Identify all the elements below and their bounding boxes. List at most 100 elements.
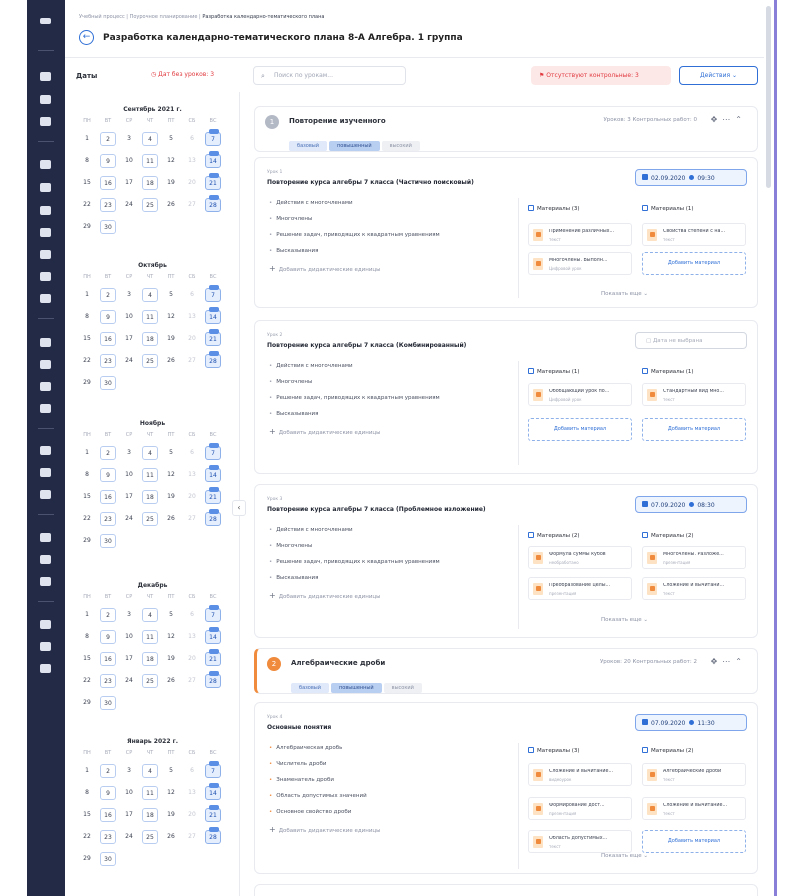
calendar-day[interactable]: 22 [79,674,95,688]
calendar-day[interactable]: 13 [184,630,200,644]
calendar-day[interactable]: 25 [142,830,158,844]
calendar-day[interactable]: 10 [121,786,137,800]
search-input[interactable]: ⌕ Поиск по урокам... [253,66,406,85]
calendar-day[interactable]: 1 [79,288,95,302]
calendar-day[interactable]: 8 [79,630,95,644]
user-icon[interactable] [40,160,51,169]
calendar-day[interactable]: 12 [163,310,179,324]
days-without-lessons-link[interactable]: ◷ Дат без уроков: 3 [151,71,214,78]
calendar-day[interactable]: 30 [100,852,116,866]
calendar-day[interactable]: 22 [79,830,95,844]
calendar-day[interactable]: 3 [121,764,137,778]
gear-icon[interactable] [40,272,51,281]
calendar-day[interactable]: 18 [142,176,158,190]
show-more-link[interactable]: Показать еще ⌄ [601,617,648,623]
calendar-day[interactable]: 1 [79,608,95,622]
calendar-day[interactable]: 29 [79,376,95,390]
section-header[interactable]: 1 Повторение изученного Уроков: 3 Контро… [254,106,758,152]
calendar-day[interactable]: 2 [100,608,116,622]
calendar-day[interactable]: 17 [121,176,137,190]
calendar-day[interactable]: 26 [163,512,179,526]
calendar-day[interactable]: 5 [163,764,179,778]
calendar-day[interactable]: 24 [121,674,137,688]
document-icon[interactable] [40,382,51,391]
lightning-icon[interactable] [40,117,51,126]
material-card[interactable]: Сложение и вычитание... видеоурок [528,763,632,786]
calendar-day[interactable]: 7 [205,285,221,302]
calendar-day[interactable]: 28 [205,827,221,844]
calendar-day[interactable]: 16 [100,808,116,822]
calendar-day[interactable]: 9 [100,786,116,800]
calendar-day[interactable]: 5 [163,608,179,622]
calendar-day[interactable]: 8 [79,786,95,800]
calendar-day[interactable]: 9 [100,630,116,644]
calendar-day[interactable]: 4 [142,132,158,146]
level-tag[interactable]: высокий [383,683,422,693]
calendar-day[interactable]: 16 [100,652,116,666]
calendar-day[interactable]: 7 [205,129,221,146]
home-icon[interactable] [40,72,51,81]
material-card[interactable]: Многочлены. Разложе... презентация [642,546,746,569]
material-card[interactable]: Сложение и вычитани... текст [642,577,746,600]
calendar-day[interactable]: 14 [205,783,221,800]
calendar-day[interactable]: 16 [100,490,116,504]
calendar-day[interactable]: 4 [142,608,158,622]
calendar-day[interactable]: 8 [79,468,95,482]
calendar-day[interactable]: 28 [205,195,221,212]
flag-icon[interactable] [40,250,51,259]
add-material-button[interactable]: Добавить материал [642,418,746,441]
calendar-day[interactable]: 11 [142,154,158,168]
calendar-day[interactable]: 13 [184,468,200,482]
date-picker-empty[interactable]: ▢ Дата не выбрана [635,332,747,349]
calendar-day[interactable]: 26 [163,674,179,688]
calendar-day[interactable]: 13 [184,154,200,168]
scrollbar-thumb[interactable] [766,6,771,188]
calendar-day[interactable]: 28 [205,509,221,526]
calendar-day[interactable]: 20 [184,332,200,346]
calendar-day[interactable]: 27 [184,830,200,844]
calendar-day[interactable]: 30 [100,696,116,710]
breadcrumb-item[interactable]: Учебный процесс [79,14,125,20]
section-header[interactable]: 2 Алгебраические дроби Уроков: 20 Контро… [254,648,758,694]
calendar-day[interactable]: 9 [100,468,116,482]
grid-icon[interactable] [40,555,51,564]
monitor-icon[interactable] [40,294,51,303]
calendar-day[interactable]: 20 [184,176,200,190]
actions-button[interactable]: Действия ⌄ [679,66,758,85]
run-icon[interactable] [40,404,51,413]
calendar-day[interactable]: 7 [205,761,221,778]
missing-controls-button[interactable]: ⚑ Отсутствуют контрольные: 3 [531,66,671,85]
date-time-picker[interactable]: 07.09.2020 11:30 [635,714,747,731]
calendar-day[interactable]: 1 [79,132,95,146]
calendar-day[interactable]: 30 [100,220,116,234]
calendar-day[interactable]: 21 [205,487,221,504]
calendar-day[interactable]: 2 [100,288,116,302]
calendar-day[interactable]: 30 [100,534,116,548]
calendar-day[interactable]: 20 [184,490,200,504]
calendar-day[interactable]: 6 [184,764,200,778]
calendar-day[interactable]: 25 [142,674,158,688]
collapse-panel-chevron-icon[interactable]: ‹ [232,500,246,516]
add-units-link[interactable]: + Добавить дидактические единицы [269,427,440,436]
people-icon[interactable] [40,338,51,347]
level-tag[interactable]: базовый [291,683,330,693]
calendar-day[interactable]: 4 [142,446,158,460]
add-material-button[interactable]: Добавить материал [642,830,746,853]
material-card[interactable]: Формирование дост... презентация [528,797,632,820]
chat-icon[interactable] [40,228,51,237]
date-time-picker[interactable]: 02.09.2020 09:30 [635,169,747,186]
calendar-day[interactable]: 27 [184,354,200,368]
calendar-day[interactable]: 8 [79,154,95,168]
calendar-day[interactable]: 10 [121,310,137,324]
calendar-day[interactable]: 4 [142,288,158,302]
calendar-day[interactable]: 14 [205,307,221,324]
book-icon[interactable] [40,183,51,192]
add-units-link[interactable]: + Добавить дидактические единицы [269,825,381,834]
calendar-day[interactable]: 10 [121,630,137,644]
show-more-link[interactable]: Показать еще ⌄ [601,853,648,859]
calendar-day[interactable]: 15 [79,652,95,666]
calendar-day[interactable]: 2 [100,132,116,146]
calendar-day[interactable]: 18 [142,490,158,504]
calendar-day[interactable]: 23 [100,354,116,368]
material-card[interactable]: Стандартный вид мно... текст [642,383,746,406]
